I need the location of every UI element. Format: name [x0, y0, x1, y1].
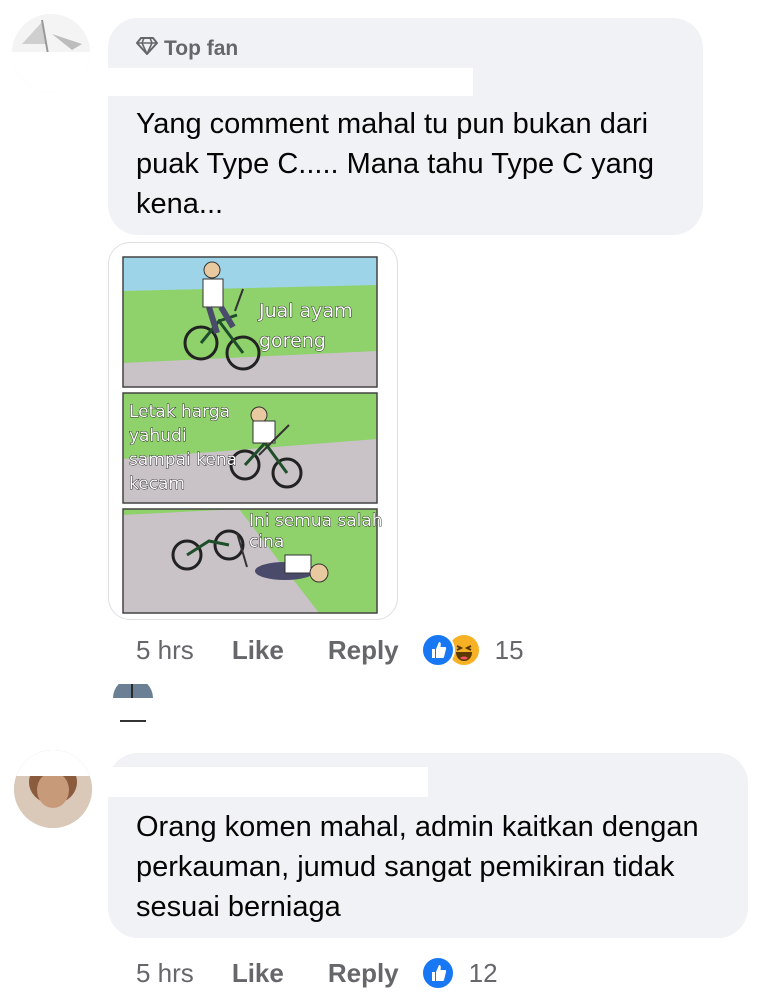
- commenter-avatar[interactable]: [12, 14, 90, 92]
- meme-caption-2d: kecam: [129, 474, 185, 494]
- comment-bubble: Orang komen mahal, admin kaitkan dengan …: [108, 753, 748, 938]
- like-button[interactable]: Like: [232, 958, 284, 989]
- reactions-summary[interactable]: 12: [420, 956, 498, 990]
- reply-button[interactable]: Reply: [328, 635, 399, 666]
- meme-caption-3a: Ini semua salah: [249, 511, 383, 531]
- comment-time[interactable]: 5 hrs: [136, 958, 194, 989]
- comment-text: Orang komen mahal, admin kaitkan dengan …: [136, 811, 699, 923]
- like-button[interactable]: Like: [232, 635, 284, 666]
- meme-caption-2b: yahudi: [129, 426, 187, 446]
- meme-caption-2a: Letak harga: [129, 402, 230, 422]
- diamond-icon: [136, 36, 158, 62]
- comment-actions: 5 hrs Like Reply 12: [136, 955, 498, 991]
- commenter-avatar[interactable]: [14, 750, 92, 828]
- meme-caption-1b: goreng: [259, 330, 326, 352]
- reaction-count: 15: [494, 634, 524, 665]
- badge-label: Top fan: [164, 37, 239, 60]
- reply-button[interactable]: Reply: [328, 958, 399, 989]
- like-icon: [420, 956, 455, 990]
- meme-image[interactable]: Jual ayam goreng Letak harga yahudi samp…: [108, 242, 398, 620]
- comment-actions: 5 hrs Like Reply 15: [136, 632, 524, 668]
- reactions-summary[interactable]: 15: [420, 633, 524, 667]
- redacted-author-name: [108, 68, 473, 96]
- like-icon: [420, 633, 455, 667]
- reply-avatar[interactable]: [112, 684, 154, 726]
- meme-panel-1: [122, 256, 378, 388]
- comment-bubble: Top fan Yang comment mahal tu pun bukan …: [108, 18, 703, 235]
- redacted-author-name: [108, 767, 428, 797]
- reaction-count: 12: [468, 957, 498, 988]
- comment-time[interactable]: 5 hrs: [136, 635, 194, 666]
- meme-caption-1a: Jual ayam: [258, 300, 353, 322]
- comment-text: Yang comment mahal tu pun bukan dari pua…: [136, 108, 655, 220]
- top-fan-badge: Top fan: [136, 36, 238, 62]
- meme-caption-2c: sampai kena: [129, 450, 237, 470]
- meme-caption-3b: cina: [249, 532, 284, 552]
